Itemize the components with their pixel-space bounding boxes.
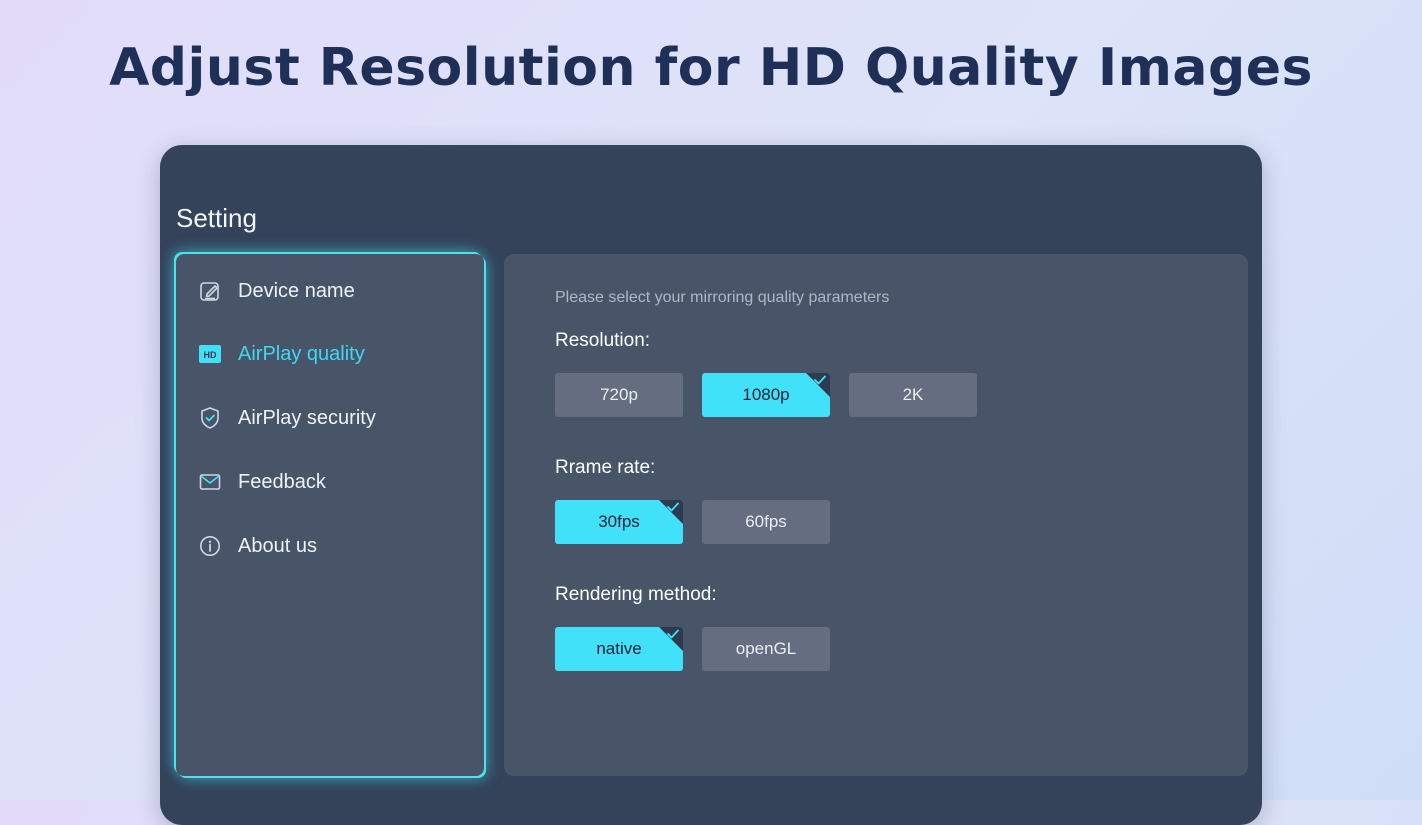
resolution-option-1080p[interactable]: 1080p — [702, 373, 830, 417]
sidebar-item-label: Feedback — [238, 470, 326, 493]
sidebar-item-airplay-security[interactable]: AirPlay security — [198, 403, 468, 433]
hd-icon: HD — [198, 342, 222, 366]
sidebar-item-device-name[interactable]: Device name — [198, 276, 468, 306]
resolution-option-720p[interactable]: 720p — [555, 373, 683, 417]
settings-hint: Please select your mirroring quality par… — [555, 289, 890, 306]
frame-rate-option-60fps[interactable]: 60fps — [702, 500, 830, 544]
checkmark-icon — [667, 502, 679, 512]
settings-window: Setting Device name HD AirPlay quality A… — [160, 145, 1262, 825]
checkmark-icon — [814, 375, 826, 385]
sidebar-item-feedback[interactable]: Feedback — [198, 467, 468, 497]
rendering-option-opengl[interactable]: openGL — [702, 627, 830, 671]
info-icon — [198, 534, 222, 558]
sidebar-item-label: Device name — [238, 279, 355, 302]
settings-sidebar: Device name HD AirPlay quality AirPlay s… — [176, 254, 484, 776]
quality-settings-panel: Please select your mirroring quality par… — [504, 254, 1248, 776]
shield-check-icon — [198, 406, 222, 430]
sidebar-item-airplay-quality[interactable]: HD AirPlay quality — [198, 339, 468, 369]
rendering-option-native[interactable]: native — [555, 627, 683, 671]
rendering-method-label: Rendering method: — [555, 584, 717, 605]
frame-rate-option-30fps[interactable]: 30fps — [555, 500, 683, 544]
resolution-label: Resolution: — [555, 330, 651, 351]
mail-icon — [198, 470, 222, 494]
sidebar-item-label: AirPlay security — [238, 406, 376, 429]
checkmark-icon — [667, 629, 679, 639]
sidebar-item-label: AirPlay quality — [238, 342, 365, 365]
window-title: Setting — [176, 203, 257, 233]
sidebar-item-about-us[interactable]: About us — [198, 531, 468, 561]
page-headline: Adjust Resolution for HD Quality Images — [109, 38, 1313, 98]
svg-text:HD: HD — [204, 350, 217, 360]
sidebar-item-label: About us — [238, 534, 317, 557]
edit-icon — [198, 279, 222, 303]
frame-rate-label: Rrame rate: — [555, 457, 656, 478]
resolution-option-2k[interactable]: 2K — [849, 373, 977, 417]
